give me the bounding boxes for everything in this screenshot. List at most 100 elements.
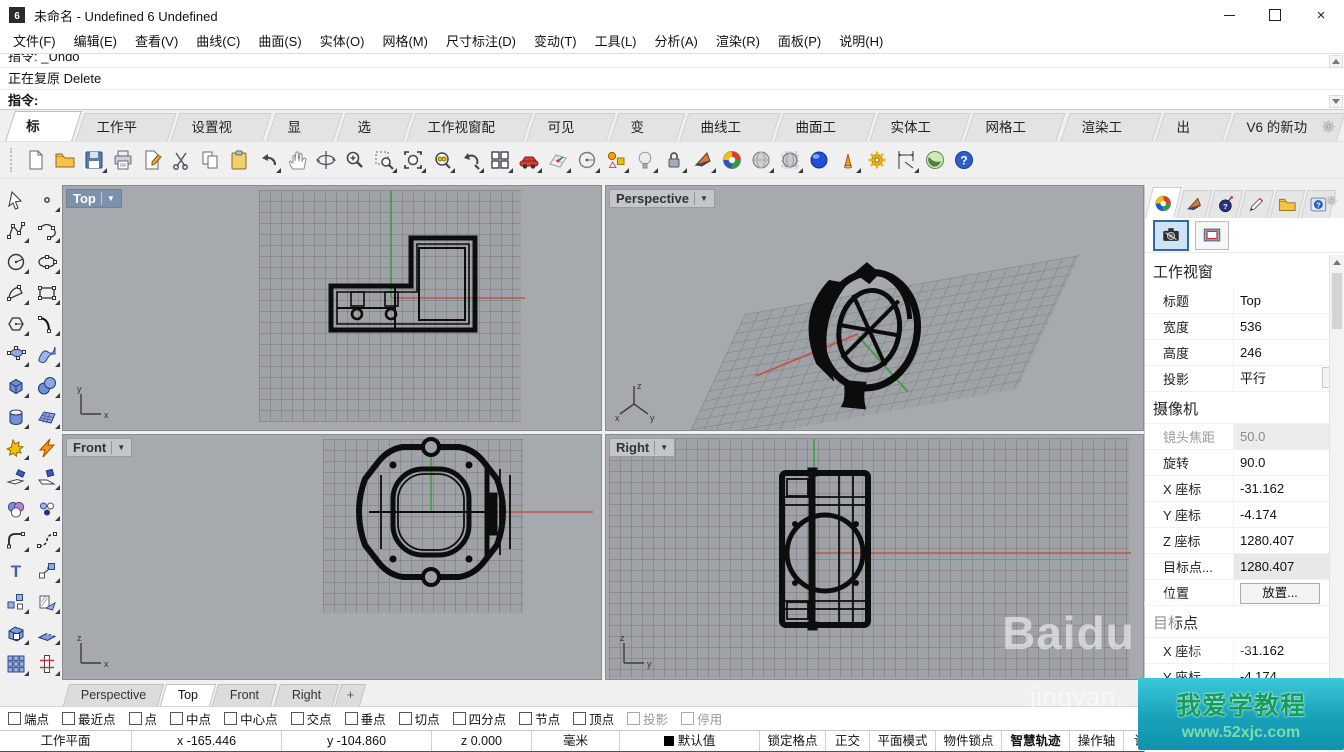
- menu-item-0[interactable]: 文件(F): [4, 30, 65, 53]
- maximize-button[interactable]: [1252, 0, 1298, 30]
- zoom-extents-icon[interactable]: [398, 145, 427, 175]
- menu-item-7[interactable]: 尺寸标注(D): [437, 30, 525, 53]
- menu-item-6[interactable]: 网格(M): [373, 30, 437, 53]
- status-cell-0[interactable]: 工作平面: [0, 731, 132, 751]
- select-arrow-icon[interactable]: [2, 186, 30, 214]
- split-icon[interactable]: [33, 464, 61, 492]
- osnap-item-4[interactable]: 中心点: [224, 709, 278, 728]
- circle-center-icon[interactable]: [572, 145, 601, 175]
- ribbon-tab-7[interactable]: 变动: [609, 113, 685, 141]
- ribbon-tab-9[interactable]: 曲面工具: [774, 113, 875, 141]
- boolean-icon[interactable]: [2, 495, 30, 523]
- status-cell-3[interactable]: z 0.000: [432, 731, 532, 751]
- place-camera-button[interactable]: 放置...: [1240, 583, 1320, 604]
- osnap-item-2[interactable]: 点: [129, 709, 158, 728]
- raytrace-icon[interactable]: [804, 145, 833, 175]
- rectangle-icon[interactable]: [33, 279, 61, 307]
- command-scroll-down-button[interactable]: [1329, 95, 1343, 108]
- viewport-perspective[interactable]: Perspective▼ z x y: [605, 185, 1144, 431]
- menu-item-9[interactable]: 工具(L): [586, 30, 646, 53]
- status-cell-7[interactable]: 正交: [826, 731, 870, 751]
- tab-options-gear-icon[interactable]: [1320, 118, 1338, 136]
- cylinder-icon[interactable]: [2, 403, 30, 431]
- status-cell-10[interactable]: 智慧轨迹: [1002, 731, 1070, 751]
- explode-star-icon[interactable]: [2, 434, 30, 462]
- help-icon[interactable]: ?: [949, 145, 978, 175]
- property-value[interactable]: 平行: [1233, 366, 1344, 391]
- osnap-item-10[interactable]: 顶点: [573, 709, 614, 728]
- ribbon-tab-0[interactable]: 标准: [5, 111, 82, 141]
- menu-item-12[interactable]: 面板(P): [769, 30, 830, 53]
- zoom-window-icon[interactable]: [369, 145, 398, 175]
- ellipse-icon[interactable]: [33, 248, 61, 276]
- viewport-right[interactable]: Right▼ z y: [605, 434, 1144, 680]
- close-button[interactable]: ×: [1298, 0, 1344, 30]
- shaded-view-icon[interactable]: [688, 145, 717, 175]
- status-cell-4[interactable]: 毫米: [532, 731, 620, 751]
- status-cell-9[interactable]: 物件锁点: [936, 731, 1002, 751]
- scroll-up-icon[interactable]: [1330, 255, 1344, 269]
- menu-item-2[interactable]: 查看(V): [126, 30, 187, 53]
- osnap-checkbox-8[interactable]: [453, 712, 466, 725]
- osnap-checkbox-11[interactable]: [627, 712, 640, 725]
- polygon-icon[interactable]: [2, 310, 30, 338]
- viewport-title-front[interactable]: Front▼: [66, 438, 132, 457]
- sphere-solid-icon[interactable]: [33, 372, 61, 400]
- osnap-checkbox-1[interactable]: [62, 712, 75, 725]
- object-display-icon[interactable]: [601, 145, 630, 175]
- osnap-item-11[interactable]: 投影: [627, 709, 668, 728]
- arc-icon[interactable]: [2, 279, 30, 307]
- blend-curve-icon[interactable]: [33, 526, 61, 554]
- ribbon-tab-11[interactable]: 网格工具: [965, 113, 1066, 141]
- osnap-checkbox-12[interactable]: [681, 712, 694, 725]
- property-value[interactable]: 1280.407: [1233, 528, 1344, 553]
- dimension-icon[interactable]: [891, 145, 920, 175]
- mesh-surface-icon[interactable]: [33, 403, 61, 431]
- property-value[interactable]: 90.0: [1233, 450, 1344, 475]
- earth-anchor-icon[interactable]: [920, 145, 949, 175]
- viewport-layout-icon[interactable]: [485, 145, 514, 175]
- scrollbar-thumb[interactable]: [1332, 273, 1342, 329]
- osnap-item-12[interactable]: 停用: [681, 709, 722, 728]
- osnap-item-6[interactable]: 垂点: [345, 709, 386, 728]
- viewport-tab-front[interactable]: Front: [212, 684, 277, 706]
- menu-item-8[interactable]: 变动(T): [525, 30, 586, 53]
- box-icon[interactable]: [2, 372, 30, 400]
- osnap-checkbox-7[interactable]: [399, 712, 412, 725]
- rotate-view-icon[interactable]: [311, 145, 340, 175]
- lock-icon[interactable]: [659, 145, 688, 175]
- panel-gear-icon[interactable]: [1324, 193, 1340, 209]
- array-linear-icon[interactable]: [33, 650, 61, 678]
- menu-item-13[interactable]: 说明(H): [830, 30, 892, 53]
- osnap-item-1[interactable]: 最近点: [62, 709, 116, 728]
- command-area[interactable]: 指令: _Undo 正在复原 Delete 指令:: [0, 53, 1344, 110]
- status-cell-2[interactable]: y -104.860: [282, 731, 432, 751]
- ribbon-tab-12[interactable]: 渲染工具: [1060, 113, 1161, 141]
- menu-item-4[interactable]: 曲面(S): [249, 30, 310, 53]
- paste-icon[interactable]: [224, 145, 253, 175]
- ribbon-tab-2[interactable]: 设置视图: [171, 113, 272, 141]
- osnap-checkbox-5[interactable]: [291, 712, 304, 725]
- osnap-item-3[interactable]: 中点: [170, 709, 211, 728]
- files-panel-tab[interactable]: [1270, 190, 1306, 218]
- named-view-icon[interactable]: [514, 145, 543, 175]
- osnap-checkbox-3[interactable]: [170, 712, 183, 725]
- copy-objects-icon[interactable]: [2, 588, 30, 616]
- status-cell-8[interactable]: 平面模式: [870, 731, 936, 751]
- viewport-title-top[interactable]: Top▼: [66, 189, 122, 208]
- surface-icon[interactable]: [33, 341, 61, 369]
- ribbon-tab-8[interactable]: 曲线工具: [679, 113, 780, 141]
- boolean-union-icon[interactable]: [2, 619, 30, 647]
- point-set-icon[interactable]: [33, 495, 61, 523]
- move-scale-icon[interactable]: [33, 557, 61, 585]
- viewport-title-perspective[interactable]: Perspective▼: [609, 189, 715, 208]
- open-file-icon[interactable]: [50, 145, 79, 175]
- viewport-tab-top[interactable]: Top: [160, 684, 216, 706]
- viewport-top[interactable]: Top▼ y x: [62, 185, 602, 431]
- status-cell-11[interactable]: 操作轴: [1070, 731, 1124, 751]
- cut-icon[interactable]: [166, 145, 195, 175]
- pan-icon[interactable]: [282, 145, 311, 175]
- ribbon-tab-5[interactable]: 工作视窗配置: [406, 113, 532, 141]
- hatch-icon[interactable]: [33, 588, 61, 616]
- property-value[interactable]: -31.162: [1233, 476, 1344, 501]
